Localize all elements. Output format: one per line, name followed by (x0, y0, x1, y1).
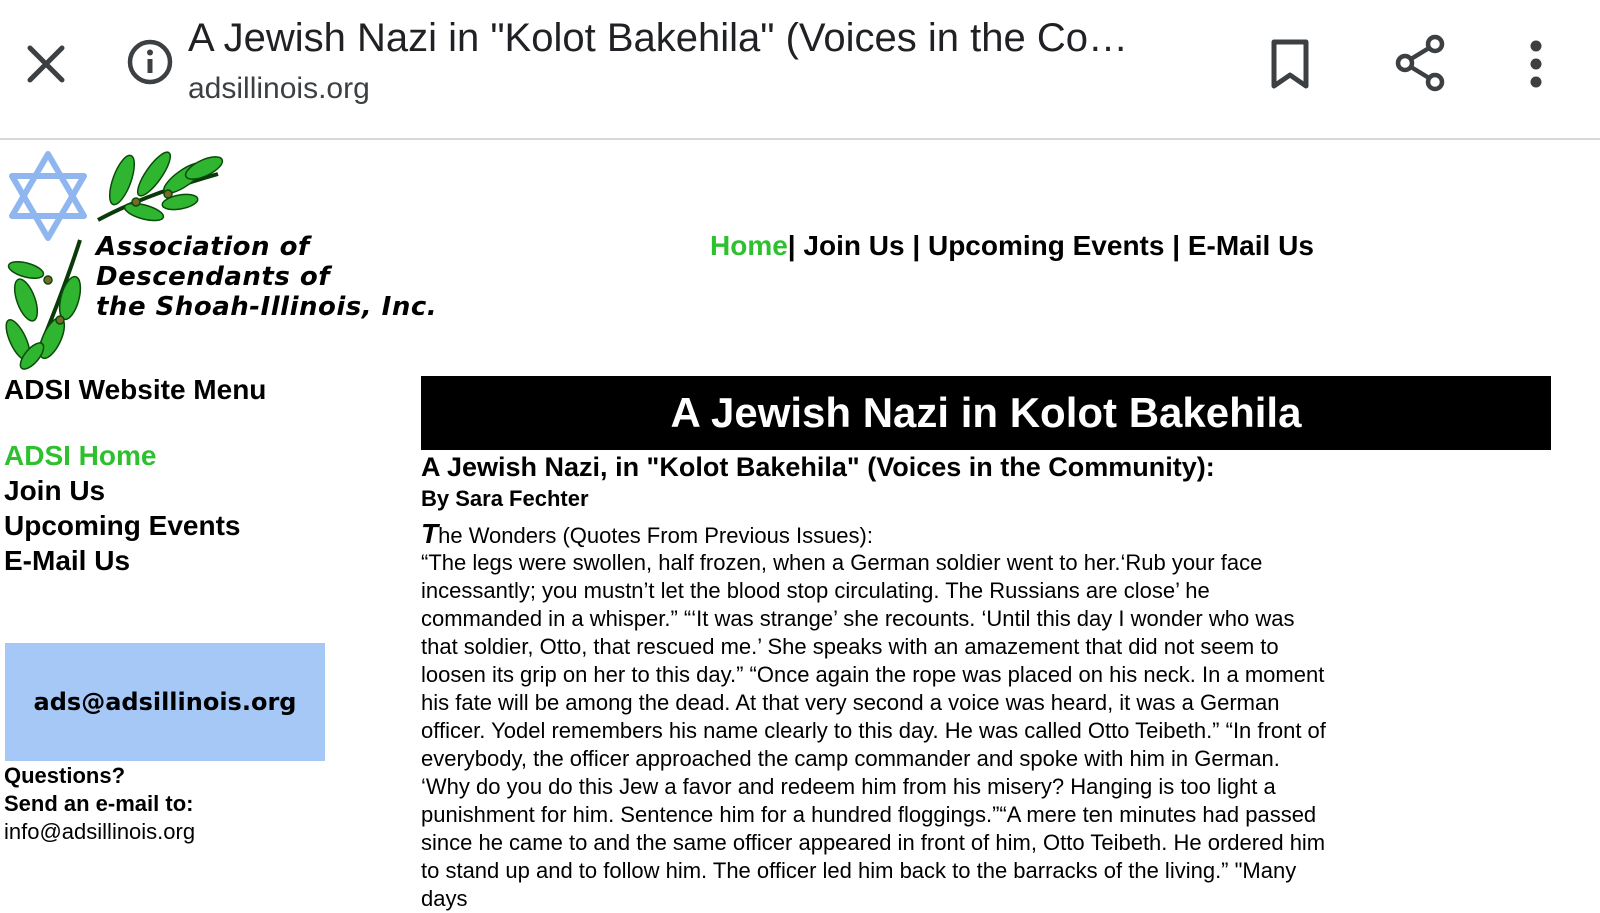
side-menu-item-join[interactable]: Join Us (4, 473, 240, 508)
article-body: “The legs were swollen, half frozen, whe… (421, 550, 1326, 911)
logo-text-line: the Shoah-Illinois, Inc. (96, 292, 438, 322)
top-nav: Home| Join Us | Upcoming Events | E-Mail… (710, 230, 1314, 262)
nav-separator: | (1172, 230, 1181, 261)
star-of-david-icon (9, 151, 87, 241)
article-header: A Jewish Nazi in Kolot Bakehila (421, 376, 1551, 450)
nav-separator: | (787, 230, 796, 261)
lead-text: he Wonders (Quotes From Previous Issues)… (438, 523, 873, 548)
questions-line: Questions? (4, 763, 126, 788)
logo-text: Association of Descendants of the Shoah-… (96, 232, 437, 322)
close-icon[interactable] (18, 36, 74, 92)
drop-cap: T (421, 518, 439, 549)
side-menu-item-events[interactable]: Upcoming Events (4, 508, 240, 543)
article-lead: The Wonders (Quotes From Previous Issues… (421, 518, 873, 550)
page-url: adsillinois.org (188, 72, 370, 105)
logo-text-line: Descendants of (96, 262, 331, 292)
email-banner[interactable]: ads@adsillinois.org (5, 643, 325, 761)
bookmark-icon[interactable] (1262, 34, 1318, 94)
nav-join-link[interactable]: Join Us (803, 230, 904, 261)
side-menu-item-home[interactable]: ADSI Home (4, 438, 240, 473)
article-subtitle: A Jewish Nazi, in "Kolot Bakehila" (Voic… (421, 452, 1215, 482)
more-options-icon[interactable] (1516, 36, 1556, 92)
side-menu: ADSI Home Join Us Upcoming Events E-Mail… (4, 438, 240, 578)
side-menu-item-email[interactable]: E-Mail Us (4, 543, 240, 578)
side-menu-title: ADSI Website Menu (4, 374, 267, 405)
share-icon[interactable] (1390, 32, 1450, 94)
nav-home-link[interactable]: Home (710, 230, 788, 261)
nav-separator: | (912, 230, 921, 261)
questions-line: Send an e-mail to: (4, 791, 194, 816)
questions-text: Questions? Send an e-mail to: (4, 762, 193, 818)
olive-branch-icon (97, 151, 224, 222)
article-byline: By Sara Fechter (421, 486, 589, 511)
nav-email-link[interactable]: E-Mail Us (1188, 230, 1314, 261)
page-title: A Jewish Nazi in "Kolot Bakehila" (Voice… (188, 16, 1128, 60)
nav-events-link[interactable]: Upcoming Events (928, 230, 1164, 261)
logo-text-line: Association of (96, 232, 310, 262)
info-icon[interactable] (124, 36, 176, 88)
browser-toolbar: A Jewish Nazi in "Kolot Bakehila" (Voice… (0, 0, 1600, 140)
info-email-link[interactable]: info@adsillinois.org (4, 818, 195, 846)
olive-branch-icon (5, 239, 82, 370)
